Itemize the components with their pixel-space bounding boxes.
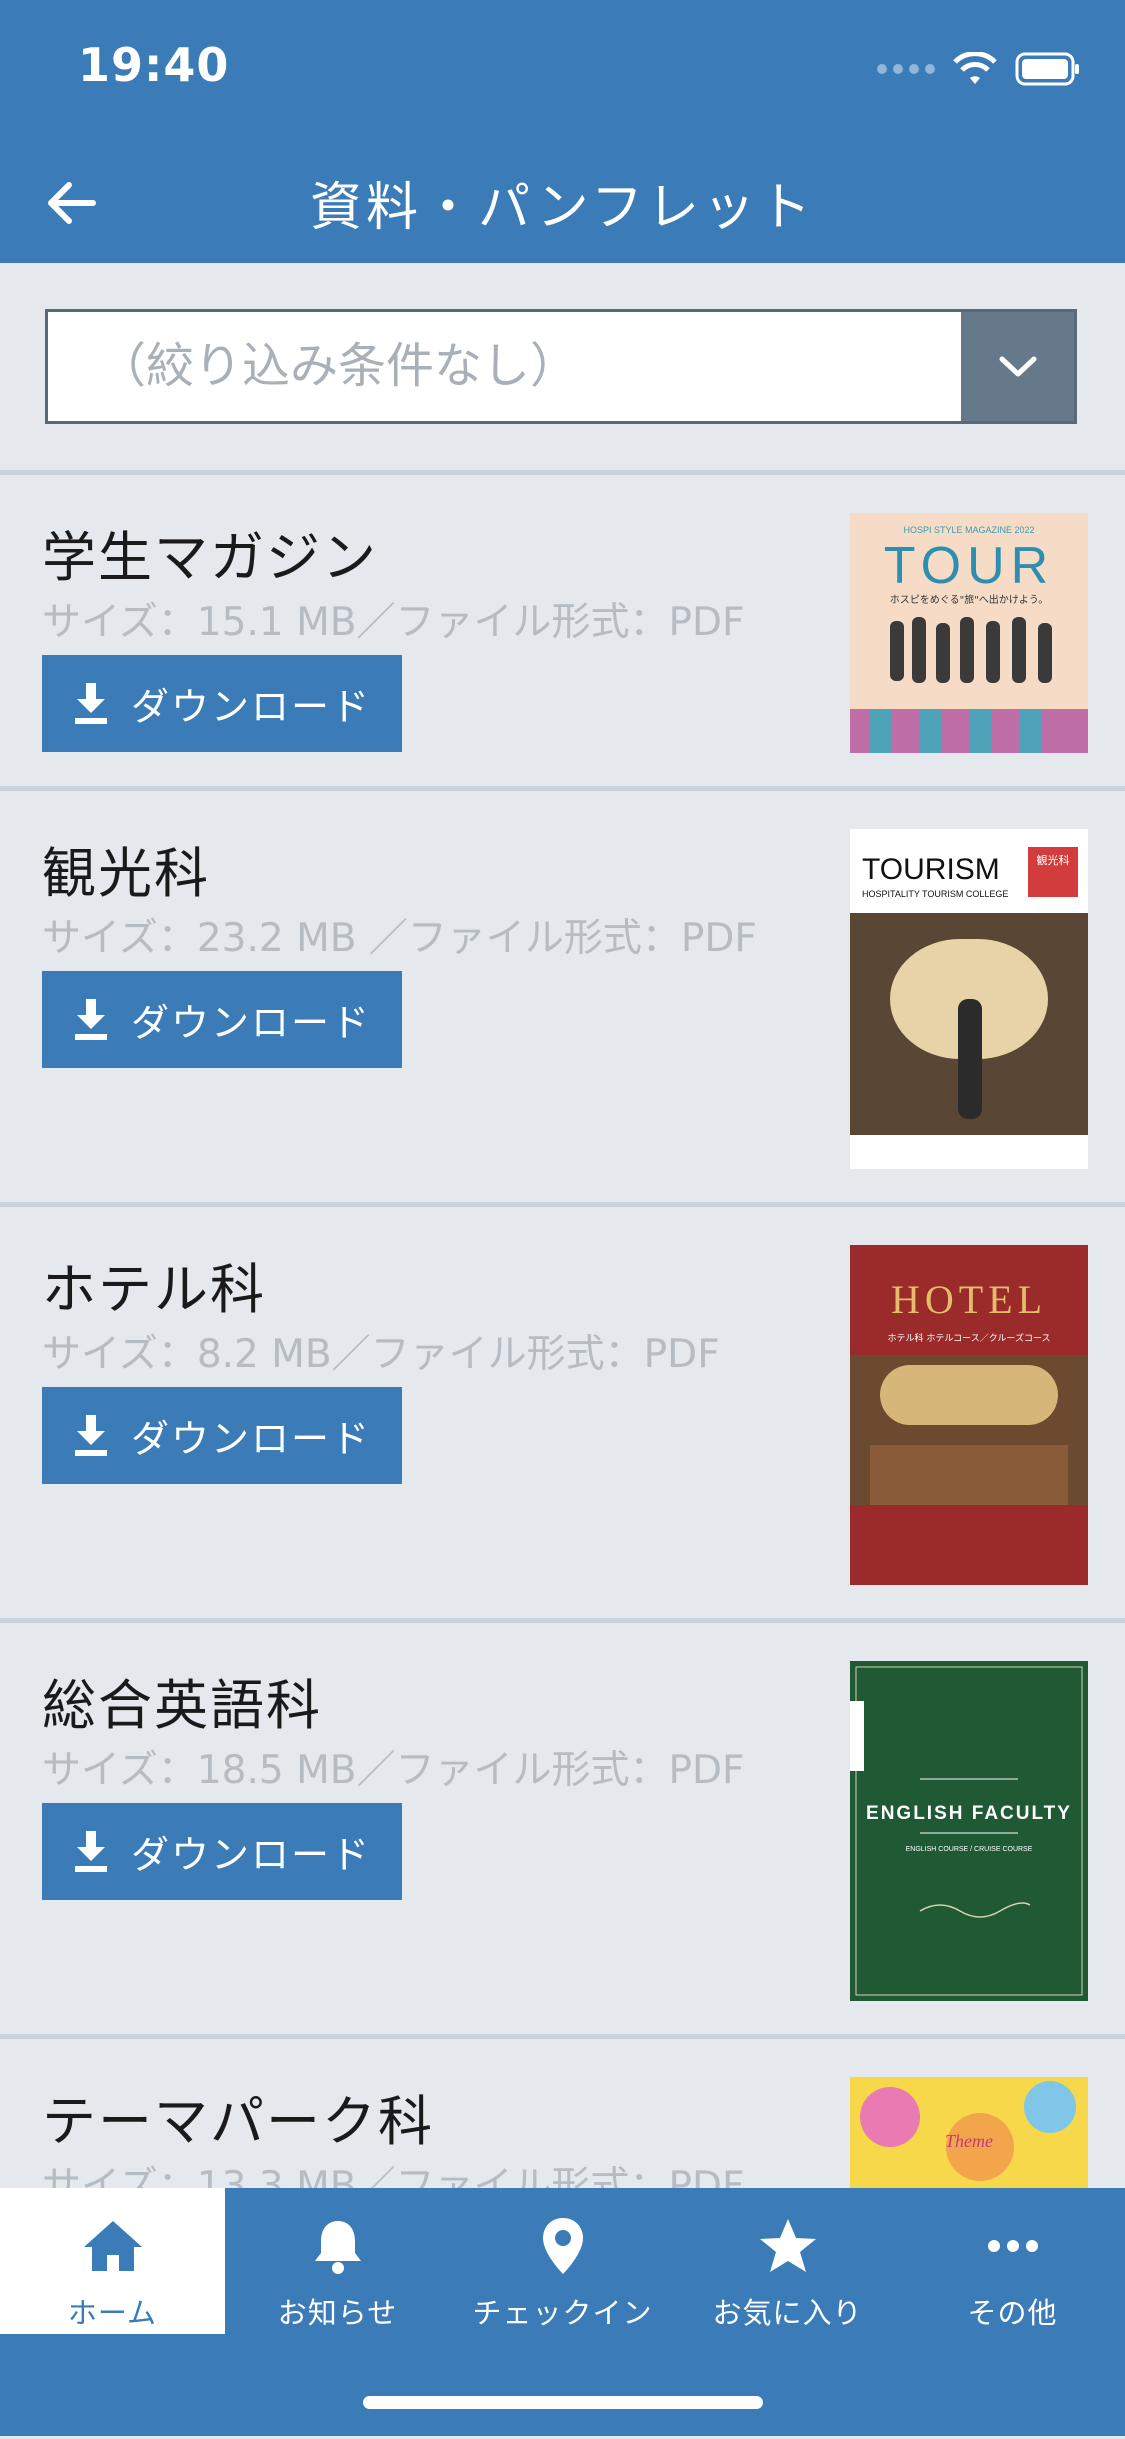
cover-image: TOURISM HOSPITALITY TOURISM COLLEGE 観光科 <box>850 829 1088 1169</box>
cover-main-text: HOTEL <box>891 1277 1047 1322</box>
item-title: 学生マガジン <box>42 526 378 589</box>
download-icon <box>74 1414 107 1456</box>
tab-home[interactable]: ホーム <box>0 2188 225 2334</box>
list-item: 総合英語科 サイズ：18.5 MB／ファイル形式：PDF ダウンロード ENGL… <box>0 1623 1125 2034</box>
item-title: 観光科 <box>42 842 210 905</box>
download-button-label: ダウンロード <box>130 1417 371 1461</box>
list-item: 観光科 サイズ：23.2 MB ／ファイル形式：PDF ダウンロード TOURI… <box>0 791 1125 1202</box>
cover-image: HOSPI STYLE MAGAZINE 2022 TOUR ホスピをめぐる"旅… <box>850 513 1088 753</box>
cover-main-text: Theme <box>945 2131 993 2151</box>
item-meta: サイズ：23.2 MB ／ファイル形式：PDF <box>42 916 757 961</box>
more-icon <box>987 2216 1039 2276</box>
item-meta: サイズ：8.2 MB／ファイル形式：PDF <box>42 1332 720 1377</box>
cover-image: HOTEL ホテル科 ホテルコース／クルーズコース <box>850 1245 1088 1585</box>
download-icon <box>74 1830 107 1872</box>
bell-icon <box>311 2216 365 2276</box>
battery-icon <box>1015 52 1081 86</box>
list-item: ホテル科 サイズ：8.2 MB／ファイル形式：PDF ダウンロード HOTEL … <box>0 1207 1125 1618</box>
home-indicator <box>363 2396 763 2409</box>
wifi-icon <box>953 52 997 86</box>
cover-badge: 観光科 <box>1037 853 1070 867</box>
download-button[interactable]: ダウンロード <box>42 655 402 752</box>
tab-label: チェックイン <box>472 2296 653 2330</box>
cover-image: ENGLISH FACULTY ENGLISH COURSE / CRUISE … <box>850 1661 1088 2001</box>
tab-label: その他 <box>967 2296 1058 2330</box>
download-button[interactable]: ダウンロード <box>42 1803 402 1900</box>
download-button-label: ダウンロード <box>130 1833 371 1877</box>
page-title: 資料・パンフレット <box>309 178 816 238</box>
dropdown-button[interactable] <box>961 312 1074 421</box>
cover-top-text: HOSPI STYLE MAGAZINE 2022 <box>903 525 1034 535</box>
list-item: 学生マガジン サイズ：15.1 MB／ファイル形式：PDF ダウンロード HOS… <box>0 475 1125 786</box>
signal-icon <box>877 64 935 74</box>
status-icons <box>877 48 1081 90</box>
cover-sub-text: HOSPITALITY TOURISM COLLEGE <box>862 889 1008 899</box>
filter-select[interactable]: （絞り込み条件なし） <box>45 309 1077 424</box>
tab-more[interactable]: その他 <box>900 2188 1125 2334</box>
item-title: テーマパーク科 <box>42 2090 434 2153</box>
item-meta: サイズ：18.5 MB／ファイル形式：PDF <box>42 1748 745 1793</box>
brochure-list: 学生マガジン サイズ：15.1 MB／ファイル形式：PDF ダウンロード HOS… <box>0 470 1125 2439</box>
cover-main-text: TOURISM <box>862 853 1000 886</box>
tab-checkin[interactable]: チェックイン <box>450 2188 675 2334</box>
tab-label: お知らせ <box>277 2296 398 2330</box>
download-button[interactable]: ダウンロード <box>42 971 402 1068</box>
item-title: 総合英語科 <box>42 1674 322 1737</box>
tab-favorites[interactable]: お気に入り <box>675 2188 900 2334</box>
download-icon <box>74 682 107 724</box>
tab-label: お気に入り <box>712 2296 863 2330</box>
app-header: 19:40 資料・パンフレット <box>0 0 1125 263</box>
cover-sub-text: ホテル科 ホテルコース／クルーズコース <box>887 1332 1050 1344</box>
map-pin-icon <box>540 2216 586 2276</box>
download-icon <box>74 998 107 1040</box>
cover-main-text: ENGLISH FACULTY <box>866 1803 1072 1824</box>
item-title: ホテル科 <box>42 1258 266 1321</box>
tab-label: ホーム <box>67 2296 158 2330</box>
cover-sub-text: ENGLISH COURSE / CRUISE COURSE <box>906 1846 1033 1853</box>
cover-sub-text: ホスピをめぐる"旅"へ出かけよう。 <box>890 593 1048 606</box>
home-icon <box>82 2216 144 2276</box>
status-time: 19:40 <box>78 38 230 92</box>
download-button[interactable]: ダウンロード <box>42 1387 402 1484</box>
star-icon <box>758 2216 818 2276</box>
download-button-label: ダウンロード <box>130 1001 371 1045</box>
cover-main-text: TOUR <box>884 537 1054 595</box>
download-button-label: ダウンロード <box>130 685 371 729</box>
tab-notifications[interactable]: お知らせ <box>225 2188 450 2334</box>
item-meta: サイズ：15.1 MB／ファイル形式：PDF <box>42 600 745 645</box>
chevron-down-icon <box>999 356 1036 376</box>
filter-placeholder: （絞り込み条件なし） <box>98 338 579 394</box>
